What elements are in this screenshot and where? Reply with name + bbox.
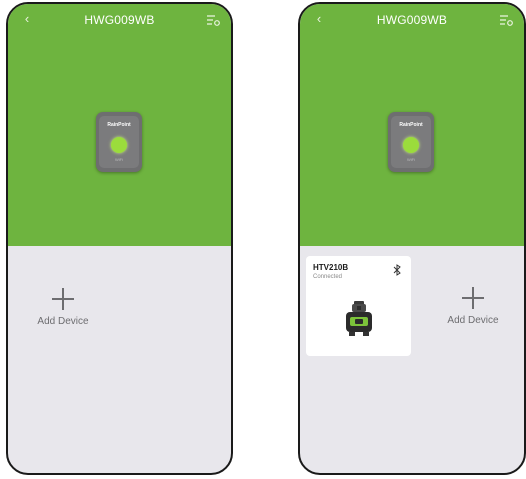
add-device-label: Add Device — [37, 316, 89, 327]
hub-wifi-label: WiFi — [407, 157, 415, 162]
add-device-button[interactable]: Add Device — [28, 288, 98, 327]
navigation-bar: ‹ HWG009WB — [300, 10, 524, 30]
navigation-bar: ‹ HWG009WB — [8, 10, 231, 30]
hub-device-image: RainPoint WiFi — [96, 112, 142, 172]
hub-header-panel: ‹ HWG009WB RainPoint WiFi — [300, 4, 524, 246]
device-name: HTV210B — [313, 263, 349, 272]
add-device-label: Add Device — [447, 315, 499, 326]
plus-icon — [462, 287, 484, 309]
page-title: HWG009WB — [376, 13, 448, 27]
hub-status-light — [111, 137, 127, 153]
hub-status-light — [403, 137, 419, 153]
phone-screen-with-device: ‹ HWG009WB RainPoint WiFi HTV210B Connec… — [298, 2, 526, 475]
list-settings-icon[interactable] — [205, 13, 221, 27]
page-title: HWG009WB — [84, 13, 155, 27]
hub-brand-label: RainPoint — [399, 122, 423, 128]
hub-header-panel: ‹ HWG009WB RainPoint WiFi — [8, 4, 231, 246]
phone-screen-no-devices: ‹ HWG009WB RainPoint WiFi Add Device — [6, 2, 233, 475]
hub-device-image: RainPoint WiFi — [388, 112, 434, 172]
screenshot-stage: ‹ HWG009WB RainPoint WiFi Add Device ‹ H… — [0, 0, 526, 479]
hub-wifi-label: WiFi — [115, 157, 123, 162]
plus-icon — [52, 288, 74, 310]
hub-brand-label: RainPoint — [107, 122, 131, 128]
hub-face: RainPoint WiFi — [391, 116, 431, 168]
bluetooth-icon — [393, 264, 401, 276]
hub-face: RainPoint WiFi — [99, 116, 139, 168]
list-settings-icon[interactable] — [498, 13, 514, 27]
device-card-htv210b[interactable]: HTV210B Connected — [306, 256, 411, 356]
water-timer-device-image — [346, 301, 372, 336]
add-device-button[interactable]: Add Device — [438, 287, 508, 326]
device-status: Connected — [313, 274, 343, 280]
